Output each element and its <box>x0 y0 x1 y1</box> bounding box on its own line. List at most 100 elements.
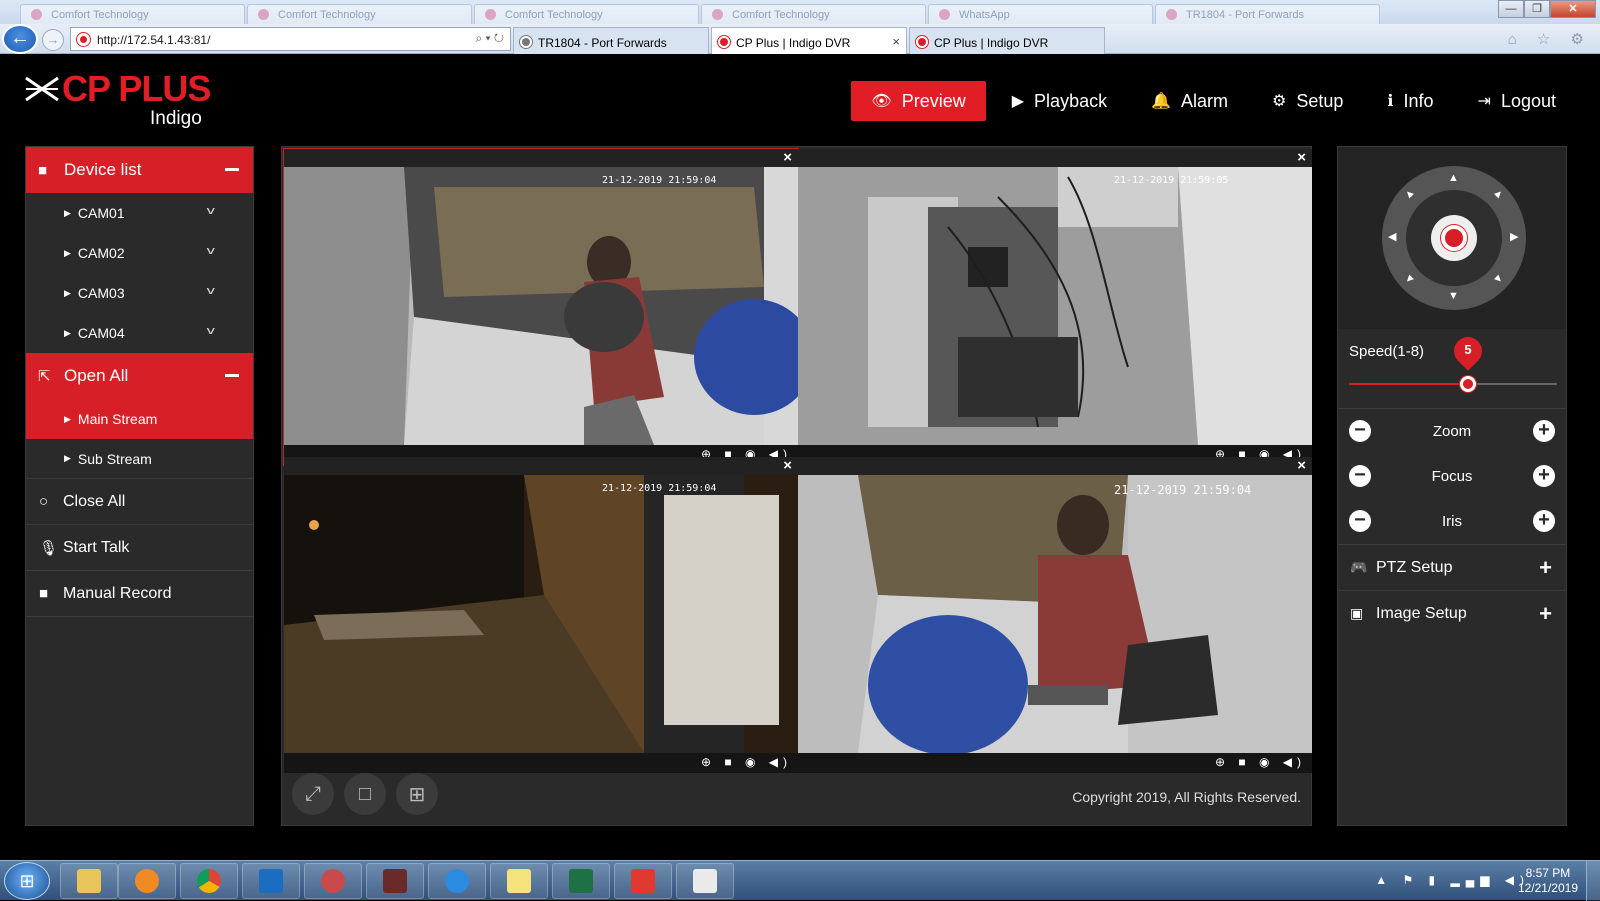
taskbar-app[interactable] <box>366 863 424 899</box>
address-tools-icon[interactable]: ⌕ ▾ ↻ <box>475 31 504 46</box>
browser-toolbar-icons[interactable]: ⌂ ☆ ⚙ <box>1508 30 1592 48</box>
zoom-control: − Zoom + <box>1338 409 1566 454</box>
taskbar-sticky-notes[interactable] <box>490 863 548 899</box>
ghost-tab[interactable]: WhatsApp <box>928 4 1153 24</box>
taskbar-chrome[interactable] <box>180 863 238 899</box>
tab-cp-plus[interactable]: CP Plus | Indigo DVR <box>909 27 1105 54</box>
open-all-header[interactable]: ⇱ Open All <box>26 353 253 399</box>
nav-setup[interactable]: ⚙ Setup <box>1254 81 1361 121</box>
speed-slider[interactable]: 5 <box>1349 331 1557 392</box>
video-timestamp: 21-12-2019 21:59:04 <box>1114 483 1252 497</box>
expand-plus-icon[interactable]: + <box>1539 555 1552 581</box>
taskbar-outlook[interactable] <box>242 863 300 899</box>
arrow-down-right-icon[interactable]: ▲ <box>1490 271 1506 287</box>
ptz-center-button[interactable] <box>1431 215 1477 261</box>
minimize-button[interactable]: — <box>1498 0 1524 18</box>
device-list-label: Device list <box>64 160 142 179</box>
chevron-down-icon[interactable]: v <box>206 205 214 217</box>
video-tile-cam01[interactable]: × 21-12-2019 21:59:04 ⊕ ■ ◉ ◀) <box>283 148 799 466</box>
device-list-header[interactable]: ■ Device list <box>26 147 253 193</box>
focus-plus-button[interactable]: + <box>1533 465 1555 487</box>
nav-info[interactable]: ℹ Info <box>1369 81 1451 121</box>
arrow-down-left-icon[interactable]: ▲ <box>1401 271 1417 287</box>
taskbar-media-player[interactable] <box>118 863 176 899</box>
address-bar[interactable]: http://172.54.1.43:81/ ⌕ ▾ ↻ <box>70 27 511 51</box>
show-desktop-button[interactable] <box>1586 861 1600 901</box>
arrow-up-right-icon[interactable]: ▲ <box>1490 186 1506 202</box>
iris-plus-button[interactable]: + <box>1533 510 1555 532</box>
chevron-down-icon[interactable]: v <box>206 325 214 337</box>
arrow-up-icon[interactable]: ▲ <box>1448 172 1459 184</box>
tab-port-forwards[interactable]: TR1804 - Port Forwards <box>513 27 709 54</box>
nav-logout[interactable]: ⇥ Logout <box>1460 81 1574 121</box>
nav-alarm[interactable]: 🔔 Alarm <box>1133 81 1246 121</box>
taskbar-anydesk[interactable] <box>614 863 672 899</box>
microphone-icon: 🎙 <box>39 539 59 557</box>
quad-view-button[interactable]: ⊞ <box>396 773 438 815</box>
tab-cp-plus-active[interactable]: CP Plus | Indigo DVR × <box>711 27 907 54</box>
fullscreen-button[interactable]: ⤢ <box>292 773 334 815</box>
back-button[interactable]: ← <box>2 24 38 54</box>
sub-stream-option[interactable]: ▶ Sub Stream <box>26 439 253 479</box>
taskbar-internet-explorer[interactable] <box>428 863 486 899</box>
ghost-tab[interactable]: Comfort Technology <box>247 4 472 24</box>
tile-tool-icons[interactable]: ⊕ ■ ◉ ◀) <box>1215 755 1306 769</box>
restore-button[interactable]: ❐ <box>1524 0 1550 18</box>
nav-preview[interactable]: 👁 Preview <box>851 81 986 121</box>
ghost-tab[interactable]: Comfort Technology <box>20 4 245 24</box>
collapse-icon[interactable] <box>225 374 239 377</box>
start-talk-button[interactable]: 🎙 Start Talk <box>26 525 253 571</box>
nav-playback[interactable]: ▶ Playback <box>994 81 1125 121</box>
forward-button[interactable]: → <box>42 29 64 51</box>
feed-image <box>284 475 798 753</box>
camera-feed-cam01[interactable]: 21-12-2019 21:59:04 <box>284 167 798 445</box>
app-icon <box>383 869 407 893</box>
camera-item-cam03[interactable]: ▶ CAM03 v <box>26 273 253 313</box>
camera-item-cam02[interactable]: ▶ CAM02 v <box>26 233 253 273</box>
chevron-down-icon[interactable]: v <box>206 245 214 257</box>
arrow-up-left-icon[interactable]: ▲ <box>1401 186 1417 202</box>
close-all-button[interactable]: ○ Close All <box>26 479 253 525</box>
camera-feed-cam03[interactable]: 21-12-2019 21:59:04 <box>284 475 798 753</box>
system-tray-icons[interactable]: ▲ ⚑ ▮ ▂▄▆ ◀) <box>1375 873 1530 887</box>
close-window-button[interactable]: ✕ <box>1550 0 1596 18</box>
ghost-tab[interactable]: Comfort Technology <box>701 4 926 24</box>
chevron-down-icon[interactable]: v <box>206 285 214 297</box>
taskbar-app-window[interactable] <box>676 863 734 899</box>
taskbar-excel[interactable] <box>552 863 610 899</box>
close-icon[interactable]: × <box>783 149 792 166</box>
speed-slider-handle[interactable] <box>1460 376 1476 392</box>
single-view-button[interactable]: □ <box>344 773 386 815</box>
circle-icon: ○ <box>39 493 49 510</box>
tile-tool-icons[interactable]: ⊕ ■ ◉ ◀) <box>701 755 792 769</box>
close-icon[interactable]: × <box>1297 457 1306 474</box>
focus-label: Focus <box>1431 468 1473 485</box>
camera-item-cam01[interactable]: ▶ CAM01 v <box>26 193 253 233</box>
taskbar-explorer[interactable] <box>60 863 118 899</box>
video-tile-cam04[interactable]: × 21-12-2019 21:59:04 ⊕ ■ ◉ ◀) <box>798 457 1312 773</box>
camera-feed-cam04[interactable]: 21-12-2019 21:59:04 <box>798 475 1312 753</box>
collapse-icon[interactable] <box>225 168 239 171</box>
manual-record-button[interactable]: ■ Manual Record <box>26 571 253 617</box>
video-tile-cam02[interactable]: × 21-12-2019 21:59:05 ⊕ ■ ◉ ◀) <box>798 149 1312 465</box>
arrow-right-icon[interactable]: ▶ <box>1510 230 1518 243</box>
taskbar-snipping-tool[interactable] <box>304 863 362 899</box>
main-stream-option[interactable]: ▶ Main Stream <box>26 399 253 439</box>
camera-item-cam04[interactable]: ▶ CAM04 v <box>26 313 253 353</box>
arrow-left-icon[interactable]: ◀ <box>1388 230 1396 243</box>
start-button[interactable]: ⊞ <box>4 862 50 900</box>
close-icon[interactable]: × <box>1297 149 1306 166</box>
ghost-tab[interactable]: TR1804 - Port Forwards <box>1155 4 1380 24</box>
zoom-in-button[interactable]: + <box>1533 420 1555 442</box>
ptz-setup-row[interactable]: 🎮 PTZ Setup + <box>1338 544 1566 590</box>
system-clock[interactable]: 8:57 PM 12/21/2019 <box>1518 866 1578 896</box>
video-tile-cam03[interactable]: × 21-12-2019 21:59:04 ⊕ ■ ◉ ◀) <box>284 457 798 773</box>
camera-feed-cam02[interactable]: 21-12-2019 21:59:05 <box>798 167 1312 445</box>
image-setup-row[interactable]: ▣ Image Setup + <box>1338 590 1566 636</box>
ptz-direction-ring[interactable]: ▲ ▼ ◀ ▶ ▲ ▲ ▲ ▲ <box>1382 166 1526 310</box>
close-tab-icon[interactable]: × <box>892 34 900 49</box>
arrow-down-icon[interactable]: ▼ <box>1448 290 1459 302</box>
close-icon[interactable]: × <box>783 457 792 474</box>
ghost-tab[interactable]: Comfort Technology <box>474 4 699 24</box>
expand-plus-icon[interactable]: + <box>1539 601 1552 627</box>
